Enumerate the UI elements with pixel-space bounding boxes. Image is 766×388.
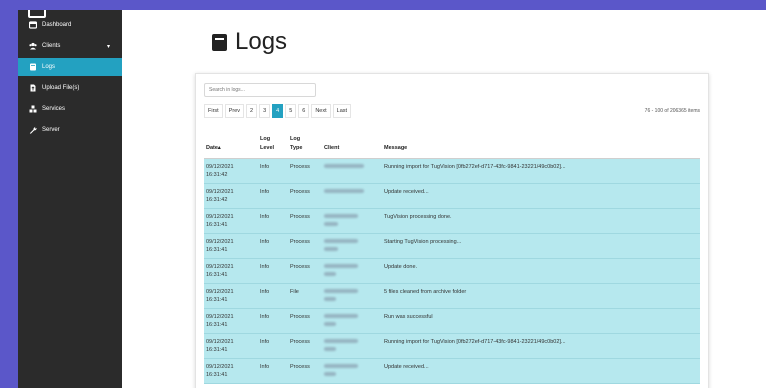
prev-page-button[interactable]: Prev xyxy=(224,104,245,118)
sidebar-item-label: Clients xyxy=(42,43,61,49)
item-count: 76 - 100 of 206365 items xyxy=(644,108,700,114)
page-button-3[interactable]: 3 xyxy=(259,104,271,118)
client-cell-redacted xyxy=(324,238,358,254)
client-cell-redacted xyxy=(324,213,358,229)
date-cell: 09/12/2021 16:31:41 xyxy=(206,264,234,278)
client-cell-redacted xyxy=(324,263,358,279)
logs-card: First Prev 2 3 4 5 6 Next Last 76 - 100 … xyxy=(195,73,709,388)
level-cell: Info xyxy=(260,339,270,345)
table-row[interactable]: 09/12/2021 16:31:41 Info Process Update … xyxy=(204,359,700,384)
sidebar: Dashboard Clients ▾ Logs Upload File(s) xyxy=(18,10,122,388)
sidebar-item-label: Logs xyxy=(42,64,56,70)
client-cell-redacted xyxy=(324,163,364,171)
type-cell: Process xyxy=(290,339,310,345)
sidebar-item-clients[interactable]: Clients ▾ xyxy=(18,37,122,55)
type-cell: Process xyxy=(290,189,310,195)
table-row[interactable]: 09/12/2021 16:31:42 Info Process Running… xyxy=(204,159,700,184)
upload-file-icon xyxy=(29,84,37,92)
last-page-button[interactable]: Last xyxy=(332,104,352,118)
level-cell: Info xyxy=(260,239,270,245)
column-header-date[interactable]: Date▴ xyxy=(206,144,221,153)
first-page-button[interactable]: First xyxy=(204,104,223,118)
message-cell: Update received... xyxy=(384,364,429,370)
sidebar-item-upload-files[interactable]: Upload File(s) xyxy=(18,79,122,97)
dashboard-icon xyxy=(29,21,37,29)
sidebar-item-label: Upload File(s) xyxy=(42,85,80,91)
column-header-level[interactable]: Log Level xyxy=(260,135,278,153)
table-row[interactable]: 09/12/2021 16:31:41 Info Process Run was… xyxy=(204,309,700,334)
table-row[interactable]: 09/12/2021 16:31:41 Info Process Update … xyxy=(204,259,700,284)
column-header-message[interactable]: Message xyxy=(384,144,407,153)
level-cell: Info xyxy=(260,314,270,320)
date-cell: 09/12/2021 16:31:41 xyxy=(206,239,234,253)
message-cell: Update received... xyxy=(384,189,429,195)
type-cell: Process xyxy=(290,239,310,245)
date-cell: 09/12/2021 16:31:42 xyxy=(206,189,234,203)
logs-table: Date▴ Log Level Log Type Client Message … xyxy=(204,130,700,384)
table-row[interactable]: 09/12/2021 16:31:41 Info Process TugVisi… xyxy=(204,209,700,234)
date-cell: 09/12/2021 16:31:41 xyxy=(206,214,234,228)
column-header-type[interactable]: Log Type xyxy=(290,135,308,153)
logs-icon xyxy=(212,33,227,51)
sidebar-item-dashboard[interactable]: Dashboard xyxy=(18,16,122,34)
table-row[interactable]: 09/12/2021 16:31:41 Info Process Running… xyxy=(204,334,700,359)
type-cell: Process xyxy=(290,264,310,270)
level-cell: Info xyxy=(260,189,270,195)
chevron-down-icon[interactable]: ▾ xyxy=(107,43,110,50)
sidebar-item-label: Dashboard xyxy=(42,22,72,28)
type-cell: Process xyxy=(290,314,310,320)
message-cell: Running import for TugVision [0fb272ef-d… xyxy=(384,164,566,170)
page-button-5[interactable]: 5 xyxy=(285,104,297,118)
date-cell: 09/12/2021 16:31:41 xyxy=(206,289,234,303)
users-icon xyxy=(29,42,37,50)
client-cell-redacted xyxy=(324,338,358,354)
client-cell-redacted xyxy=(324,288,358,304)
level-cell: Info xyxy=(260,289,270,295)
type-cell: Process xyxy=(290,164,310,170)
main-content: Logs First Prev 2 3 4 5 6 Next Last 76 -… xyxy=(122,10,766,388)
client-cell-redacted xyxy=(324,363,358,379)
services-icon xyxy=(29,105,37,113)
message-cell: Update done. xyxy=(384,264,418,270)
page-title: Logs xyxy=(210,28,287,56)
page-button-4[interactable]: 4 xyxy=(272,104,284,118)
sidebar-item-server[interactable]: Server xyxy=(18,121,122,139)
message-cell: Run was successful xyxy=(384,314,433,320)
date-cell: 09/12/2021 16:31:42 xyxy=(206,164,234,178)
page-button-6[interactable]: 6 xyxy=(298,104,310,118)
level-cell: Info xyxy=(260,214,270,220)
page-button-2[interactable]: 2 xyxy=(246,104,258,118)
date-cell: 09/12/2021 16:31:41 xyxy=(206,364,234,378)
table-row[interactable]: 09/12/2021 16:31:41 Info File 5 files cl… xyxy=(204,284,700,309)
logs-icon xyxy=(29,63,37,71)
date-cell: 09/12/2021 16:31:41 xyxy=(206,314,234,328)
wrench-icon xyxy=(29,126,37,134)
pagination: First Prev 2 3 4 5 6 Next Last xyxy=(204,104,352,118)
type-cell: Process xyxy=(290,214,310,220)
message-cell: Running import for TugVision [0fb272ef-d… xyxy=(384,339,566,345)
sidebar-item-label: Services xyxy=(42,106,66,112)
message-cell: 5 files cleaned from archive folder xyxy=(384,289,467,295)
column-header-client[interactable]: Client xyxy=(324,144,339,153)
message-cell: TugVision processing done. xyxy=(384,214,452,220)
sidebar-item-label: Server xyxy=(42,127,60,133)
level-cell: Info xyxy=(260,264,270,270)
page-title-text: Logs xyxy=(235,28,288,55)
sidebar-item-services[interactable]: Services xyxy=(18,100,122,118)
table-row[interactable]: 09/12/2021 16:31:41 Info Process Startin… xyxy=(204,234,700,259)
client-cell-redacted xyxy=(324,313,358,329)
type-cell: File xyxy=(290,289,299,295)
app-window: Dashboard Clients ▾ Logs Upload File(s) xyxy=(18,10,766,388)
message-cell: Starting TugVision processing... xyxy=(384,239,462,245)
date-cell: 09/12/2021 16:31:41 xyxy=(206,339,234,353)
client-cell-redacted xyxy=(324,188,364,196)
type-cell: Process xyxy=(290,364,310,370)
search-input[interactable] xyxy=(204,83,316,97)
level-cell: Info xyxy=(260,164,270,170)
level-cell: Info xyxy=(260,364,270,370)
sidebar-item-logs[interactable]: Logs xyxy=(18,58,122,76)
table-header: Date▴ Log Level Log Type Client Message xyxy=(204,130,700,159)
next-page-button[interactable]: Next xyxy=(311,104,331,118)
table-row[interactable]: 09/12/2021 16:31:42 Info Process Update … xyxy=(204,184,700,209)
